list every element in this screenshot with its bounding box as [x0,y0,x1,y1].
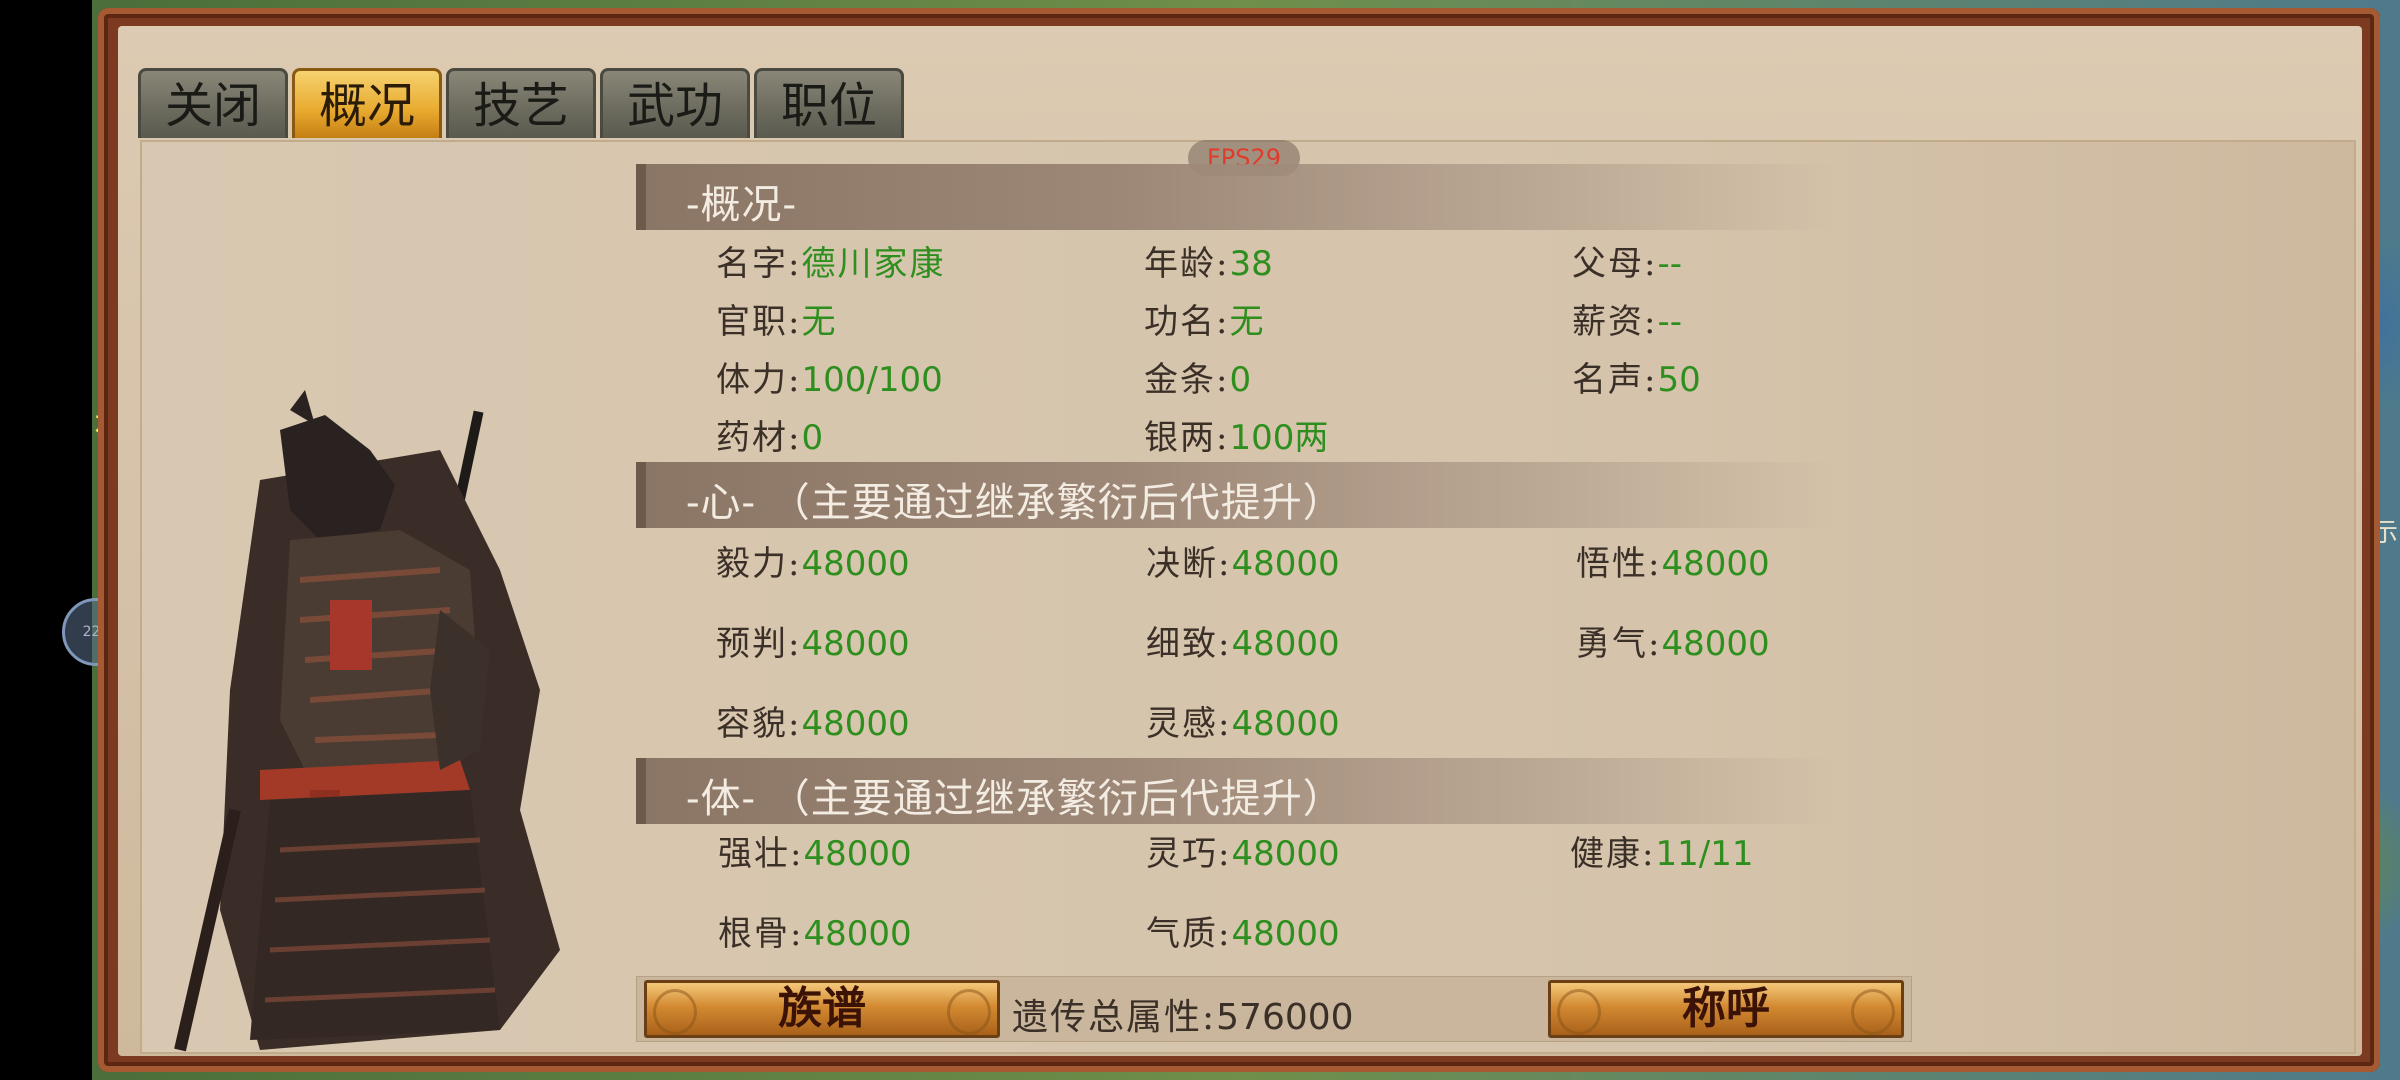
stat-value: 100/100 [801,360,943,400]
stat-label: 根骨: [718,914,804,954]
mind-section-title: -心- （主要通过继承繁衍后代提升） [686,480,1344,526]
stat-label: 容貌: [716,704,802,744]
stat-foresight: 预判:48000 [716,616,910,665]
stat-value: 48000 [1231,704,1340,744]
stat-value: 0 [1229,360,1252,400]
stat-value: 48000 [1661,624,1770,664]
tab-overview[interactable]: 概况 [292,68,442,138]
body-section-header: -体- （主要通过继承繁衍后代提升） [636,758,1836,824]
stat-value: 48000 [1231,914,1340,954]
stat-value: -- [1657,302,1683,342]
stat-label: 灵巧: [1146,834,1232,874]
stat-label: 年龄: [1144,244,1230,284]
stat-value: 无 [801,302,838,342]
helmet-crest [290,390,315,425]
tab-skills[interactable]: 技艺 [446,68,596,138]
panel-tabs: 关闭 概况 技艺 武功 职位 [138,68,908,140]
stat-value: 48000 [801,704,910,744]
overview-section-header: -概况- [636,164,1836,230]
title-button[interactable]: 称呼 [1548,980,1904,1038]
stat-age: 年龄:38 [1144,236,1273,285]
overview-section-title: -概况- [686,182,798,228]
stat-value: 100两 [1229,418,1329,458]
stat-value: 48000 [803,914,912,954]
stat-value: 48000 [803,834,912,874]
stat-parents: 父母:-- [1572,236,1682,285]
stat-value: 无 [1229,302,1266,342]
stat-value: -- [1657,244,1683,284]
genetic-total-value: 576000 [1216,997,1354,1038]
stat-silver: 银两:100两 [1144,410,1328,459]
stat-courage: 勇气:48000 [1576,616,1770,665]
stat-label: 悟性: [1576,544,1662,584]
stat-label: 金条: [1144,360,1230,400]
stat-value: 48000 [1231,834,1340,874]
stat-label: 银两: [1144,418,1230,458]
tab-position[interactable]: 职位 [754,68,904,138]
stat-label: 薪资: [1572,302,1658,342]
button-ornament [653,989,697,1035]
stat-decision: 决断:48000 [1146,536,1340,585]
stat-gold: 金条:0 [1144,352,1251,401]
stat-value: 11/11 [1655,834,1754,874]
stat-label: 父母: [1572,244,1658,284]
stat-looks: 容貌:48000 [716,696,910,745]
stat-label: 官职: [716,302,802,342]
stat-label: 药材: [716,418,802,458]
stat-value: 48000 [1231,544,1340,584]
stat-salary: 薪资:-- [1572,294,1682,343]
genetic-total: 遗传总属性:576000 [1012,988,1354,1040]
stat-label: 健康: [1570,834,1656,874]
stat-detail: 细致:48000 [1146,616,1340,665]
stat-value: 38 [1229,244,1273,284]
stat-agility: 灵巧:48000 [1146,826,1340,875]
stat-label: 决断: [1146,544,1232,584]
button-ornament [1557,989,1601,1035]
stat-fame: 名声:50 [1572,352,1701,401]
stat-stamina: 体力:100/100 [716,352,943,401]
stat-label: 毅力: [716,544,802,584]
armor-skirt [250,790,500,1040]
stat-label: 预判: [716,624,802,664]
tab-martial-arts[interactable]: 武功 [600,68,750,138]
title-button-label: 称呼 [1682,983,1770,1034]
genetic-total-label: 遗传总属性: [1012,997,1217,1038]
button-ornament [947,989,991,1035]
stat-rank: 功名:无 [1144,294,1265,343]
stat-label: 气质: [1146,914,1232,954]
emblem-tag [330,600,372,670]
stat-label: 功名: [1144,302,1230,342]
stat-label: 名声: [1572,360,1658,400]
stat-temperament: 气质:48000 [1146,906,1340,955]
stat-value: 48000 [1661,544,1770,584]
stat-value: 48000 [801,544,910,584]
stat-label: 灵感: [1146,704,1232,744]
stat-value: 48000 [801,624,910,664]
stat-strength: 强壮:48000 [718,826,912,875]
stat-resolve: 毅力:48000 [716,536,910,585]
stat-label: 细致: [1146,624,1232,664]
stat-label: 名字: [716,244,802,284]
stat-label: 体力: [716,360,802,400]
stat-value: 德川家康 [801,244,946,284]
stat-label: 强壮: [718,834,804,874]
genealogy-button[interactable]: 族谱 [644,980,1000,1038]
stat-name: 名字:德川家康 [716,236,945,285]
stat-inspiration: 灵感:48000 [1146,696,1340,745]
body-section-title: -体- （主要通过继承繁衍后代提升） [686,776,1344,822]
mind-section-header: -心- （主要通过继承繁衍后代提升） [636,462,1836,528]
stat-herbs: 药材:0 [716,410,823,459]
stat-label: 勇气: [1576,624,1662,664]
stat-constitution: 根骨:48000 [718,906,912,955]
stat-health: 健康:11/11 [1570,826,1753,875]
stat-value: 48000 [1231,624,1340,664]
tab-close[interactable]: 关闭 [138,68,288,138]
genealogy-button-label: 族谱 [778,983,866,1034]
stat-office: 官职:无 [716,294,837,343]
stat-value: 0 [801,418,824,458]
samurai-portrait [174,390,560,1052]
stat-value: 50 [1657,360,1701,400]
button-ornament [1851,989,1895,1035]
stat-insight: 悟性:48000 [1576,536,1770,585]
